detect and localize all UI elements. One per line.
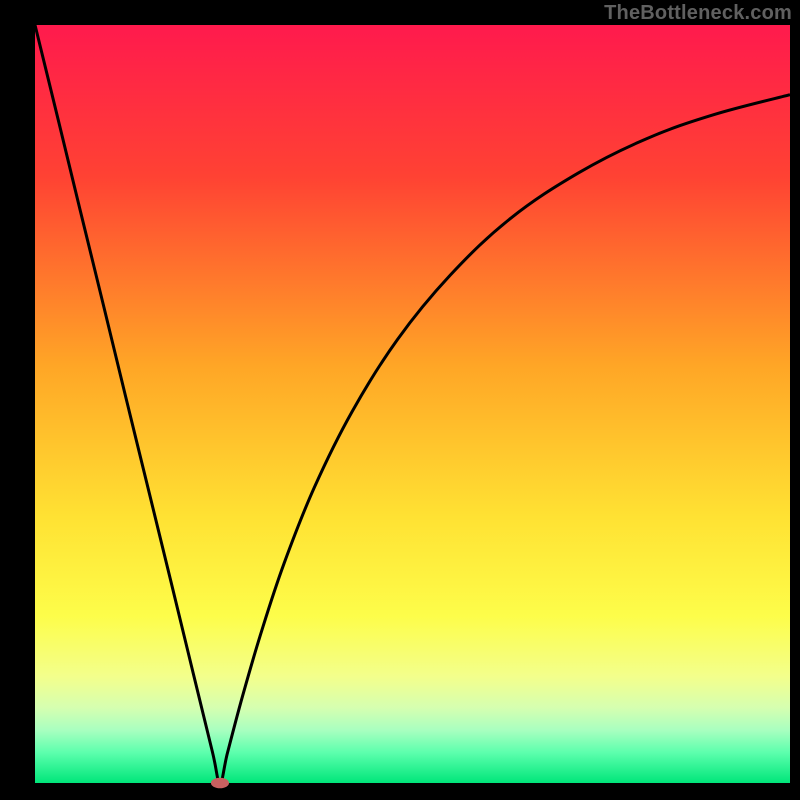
bottleneck-chart [0,0,800,800]
attribution-text: TheBottleneck.com [604,2,792,25]
chart-frame: TheBottleneck.com [0,0,800,800]
plot-background [35,25,790,783]
minimum-marker [211,778,229,789]
